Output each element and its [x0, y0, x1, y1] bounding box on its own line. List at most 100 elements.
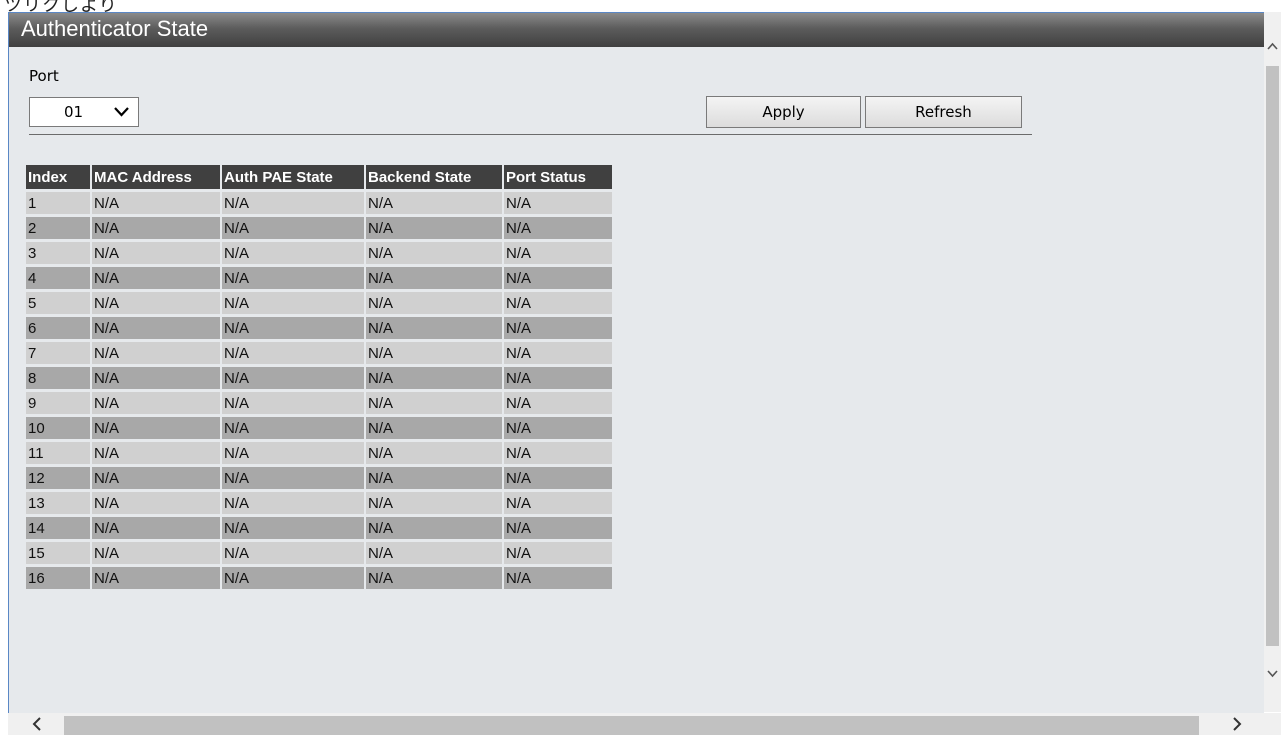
cell-port-status: N/A — [504, 392, 612, 414]
cell-auth-pae-state: N/A — [222, 317, 364, 339]
chevron-up-icon[interactable] — [1266, 40, 1279, 53]
table-row: 8 N/A N/A N/A N/A — [26, 367, 612, 389]
cell-backend-state: N/A — [366, 542, 502, 564]
refresh-button[interactable]: Refresh — [865, 96, 1022, 128]
cell-port-status: N/A — [504, 467, 612, 489]
top-strip-text: ツリクしより — [4, 0, 118, 12]
table-row: 5 N/A N/A N/A N/A — [26, 292, 612, 314]
cell-mac-address: N/A — [92, 442, 220, 464]
header-port-status: Port Status — [504, 165, 612, 189]
cell-port-status: N/A — [504, 517, 612, 539]
cell-auth-pae-state: N/A — [222, 342, 364, 364]
horizontal-scrollbar[interactable] — [8, 713, 1264, 735]
cell-port-status: N/A — [504, 217, 612, 239]
cell-port-status: N/A — [504, 542, 612, 564]
page-title: Authenticator State — [21, 16, 209, 41]
cell-index: 12 — [26, 467, 90, 489]
cell-index: 7 — [26, 342, 90, 364]
cell-auth-pae-state: N/A — [222, 442, 364, 464]
cell-backend-state: N/A — [366, 417, 502, 439]
cell-backend-state: N/A — [366, 442, 502, 464]
cell-port-status: N/A — [504, 567, 612, 589]
cell-index: 16 — [26, 567, 90, 589]
cell-index: 1 — [26, 192, 90, 214]
cell-backend-state: N/A — [366, 317, 502, 339]
cell-backend-state: N/A — [366, 367, 502, 389]
table-row: 3 N/A N/A N/A N/A — [26, 242, 612, 264]
cell-auth-pae-state: N/A — [222, 567, 364, 589]
cell-auth-pae-state: N/A — [222, 417, 364, 439]
table-row: 1 N/A N/A N/A N/A — [26, 192, 612, 214]
main-panel: Authenticator State Port 01 Apply Refres… — [8, 12, 1264, 735]
cell-index: 11 — [26, 442, 90, 464]
cell-backend-state: N/A — [366, 292, 502, 314]
header-mac-address: MAC Address — [92, 165, 220, 189]
cell-mac-address: N/A — [92, 292, 220, 314]
cell-index: 4 — [26, 267, 90, 289]
vertical-scrollbar[interactable] — [1264, 12, 1281, 712]
cell-auth-pae-state: N/A — [222, 467, 364, 489]
table-header-row: Index MAC Address Auth PAE State Backend… — [26, 165, 612, 189]
cell-auth-pae-state: N/A — [222, 517, 364, 539]
cell-index: 10 — [26, 417, 90, 439]
cell-mac-address: N/A — [92, 542, 220, 564]
cell-backend-state: N/A — [366, 392, 502, 414]
apply-button[interactable]: Apply — [706, 96, 861, 128]
cell-mac-address: N/A — [92, 367, 220, 389]
table-row: 13 N/A N/A N/A N/A — [26, 492, 612, 514]
cell-port-status: N/A — [504, 292, 612, 314]
cell-index: 8 — [26, 367, 90, 389]
cell-auth-pae-state: N/A — [222, 392, 364, 414]
cell-auth-pae-state: N/A — [222, 192, 364, 214]
cell-backend-state: N/A — [366, 192, 502, 214]
cell-backend-state: N/A — [366, 267, 502, 289]
cell-backend-state: N/A — [366, 242, 502, 264]
chevron-left-icon[interactable] — [30, 716, 44, 732]
table-row: 10 N/A N/A N/A N/A — [26, 417, 612, 439]
cell-mac-address: N/A — [92, 317, 220, 339]
port-select-value: 01 — [64, 103, 84, 121]
table-row: 11 N/A N/A N/A N/A — [26, 442, 612, 464]
table-row: 9 N/A N/A N/A N/A — [26, 392, 612, 414]
cell-mac-address: N/A — [92, 217, 220, 239]
cell-mac-address: N/A — [92, 567, 220, 589]
cell-mac-address: N/A — [92, 467, 220, 489]
cell-index: 5 — [26, 292, 90, 314]
authenticator-table: Index MAC Address Auth PAE State Backend… — [24, 162, 614, 592]
top-strip: ツリクしより — [0, 0, 1281, 12]
cell-mac-address: N/A — [92, 517, 220, 539]
cell-auth-pae-state: N/A — [222, 267, 364, 289]
cell-port-status: N/A — [504, 192, 612, 214]
table-row: 16 N/A N/A N/A N/A — [26, 567, 612, 589]
cell-backend-state: N/A — [366, 217, 502, 239]
title-bar: Authenticator State — [9, 13, 1264, 47]
chevron-right-icon[interactable] — [1230, 716, 1244, 732]
cell-index: 6 — [26, 317, 90, 339]
cell-index: 14 — [26, 517, 90, 539]
cell-backend-state: N/A — [366, 467, 502, 489]
cell-index: 13 — [26, 492, 90, 514]
table-row: 7 N/A N/A N/A N/A — [26, 342, 612, 364]
vertical-scroll-thumb[interactable] — [1266, 66, 1279, 646]
header-index: Index — [26, 165, 90, 189]
cell-port-status: N/A — [504, 317, 612, 339]
table-row: 4 N/A N/A N/A N/A — [26, 267, 612, 289]
cell-index: 3 — [26, 242, 90, 264]
divider — [29, 134, 1032, 135]
chevron-down-icon — [114, 107, 129, 117]
horizontal-scroll-thumb[interactable] — [64, 716, 1199, 735]
cell-mac-address: N/A — [92, 417, 220, 439]
cell-port-status: N/A — [504, 242, 612, 264]
cell-index: 2 — [26, 217, 90, 239]
table-row: 12 N/A N/A N/A N/A — [26, 467, 612, 489]
scrollbar-corner — [1264, 713, 1281, 735]
cell-index: 9 — [26, 392, 90, 414]
cell-auth-pae-state: N/A — [222, 492, 364, 514]
port-select[interactable]: 01 — [29, 97, 139, 127]
table-row: 2 N/A N/A N/A N/A — [26, 217, 612, 239]
port-label: Port — [29, 67, 59, 85]
chevron-down-icon[interactable] — [1266, 667, 1279, 680]
cell-backend-state: N/A — [366, 567, 502, 589]
cell-backend-state: N/A — [366, 517, 502, 539]
cell-auth-pae-state: N/A — [222, 292, 364, 314]
